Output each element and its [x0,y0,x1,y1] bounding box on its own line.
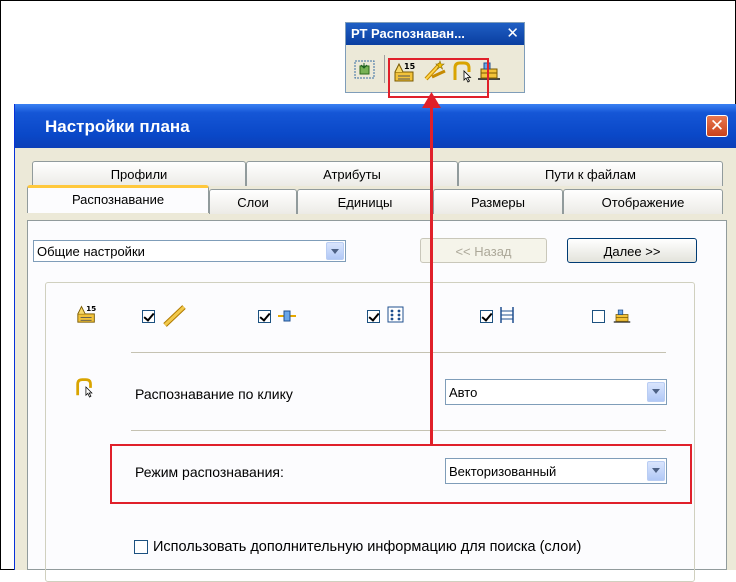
frame-select-icon[interactable] [353,59,379,81]
toolbar-title-text: РТ Распознаван... [351,26,465,41]
plan-layer-icon [611,307,633,328]
next-button[interactable]: Далее >> [567,238,697,263]
tab-attributes[interactable]: Атрибуты [246,161,458,186]
recognition-mode-highlight-box [110,444,692,504]
ruler-checkbox[interactable] [142,310,155,323]
tab-label: Распознавание [71,192,165,207]
tab-dimensions[interactable]: Размеры [433,189,563,214]
tab-label: Профили [110,167,168,182]
arrow-up-icon [422,92,441,111]
dialog-close-button[interactable]: ✕ [706,115,728,137]
toolbar-title[interactable]: РТ Распознаван... [346,23,524,45]
divider [131,430,666,431]
toolbar-close-button[interactable]: ✕ [506,24,519,42]
recognize-counter-icon: 15 [75,302,99,327]
plan-layer-checkbox[interactable] [592,310,605,323]
lines-checkbox[interactable] [480,310,493,323]
svg-text:15: 15 [86,304,96,313]
extra-info-checkbox[interactable] [134,540,148,554]
click-recognize-icon [73,376,97,401]
tab-file-paths[interactable]: Пути к файлам [458,161,723,186]
crosshair-checkbox[interactable] [258,310,271,323]
dots-grid-icon [387,306,405,327]
click-recognition-value: Авто [449,385,478,400]
tab-display[interactable]: Отображение [563,189,723,214]
tab-strip: Профили Атрибуты Пути к файлам Распознав… [27,161,727,221]
settings-group [45,282,695,582]
tab-label: Пути к файлам [545,167,636,182]
dialog-title: Настройки плана [45,117,190,136]
tab-units[interactable]: Единицы [297,189,433,214]
settings-combo-value: Общие настройки [37,244,145,259]
chevron-down-icon[interactable] [647,382,665,402]
lines-icon [499,306,515,327]
back-button-label: << Назад [455,244,512,259]
settings-combo[interactable]: Общие настройки [33,240,346,262]
click-recognition-combo[interactable]: Авто [445,379,667,405]
tab-label: Слои [237,195,269,210]
back-button[interactable]: << Назад [420,238,547,263]
next-button-label: Далее >> [603,244,661,259]
divider [131,352,666,353]
close-icon: ✕ [709,116,725,135]
ruler-icon [162,304,188,331]
annotation-arrow-shaft [430,104,433,444]
tab-recognition[interactable]: Распознавание [27,185,209,213]
crosshair-icon [277,307,297,328]
toolbar-separator [384,55,385,83]
tab-label: Единицы [337,195,393,210]
chevron-down-icon[interactable] [326,242,344,260]
tab-layers[interactable]: Слои [209,189,297,214]
tab-label: Размеры [470,195,526,210]
extra-info-label: Использовать дополнительную информацию д… [153,539,582,555]
tab-label: Атрибуты [323,167,381,182]
tab-label: Отображение [601,195,685,210]
tab-profiles[interactable]: Профили [32,161,246,186]
click-recognition-label: Распознавание по клику [135,386,293,402]
dialog-titlebar[interactable]: Настройки плана ✕ [15,104,736,148]
dots-grid-checkbox[interactable] [367,310,380,323]
